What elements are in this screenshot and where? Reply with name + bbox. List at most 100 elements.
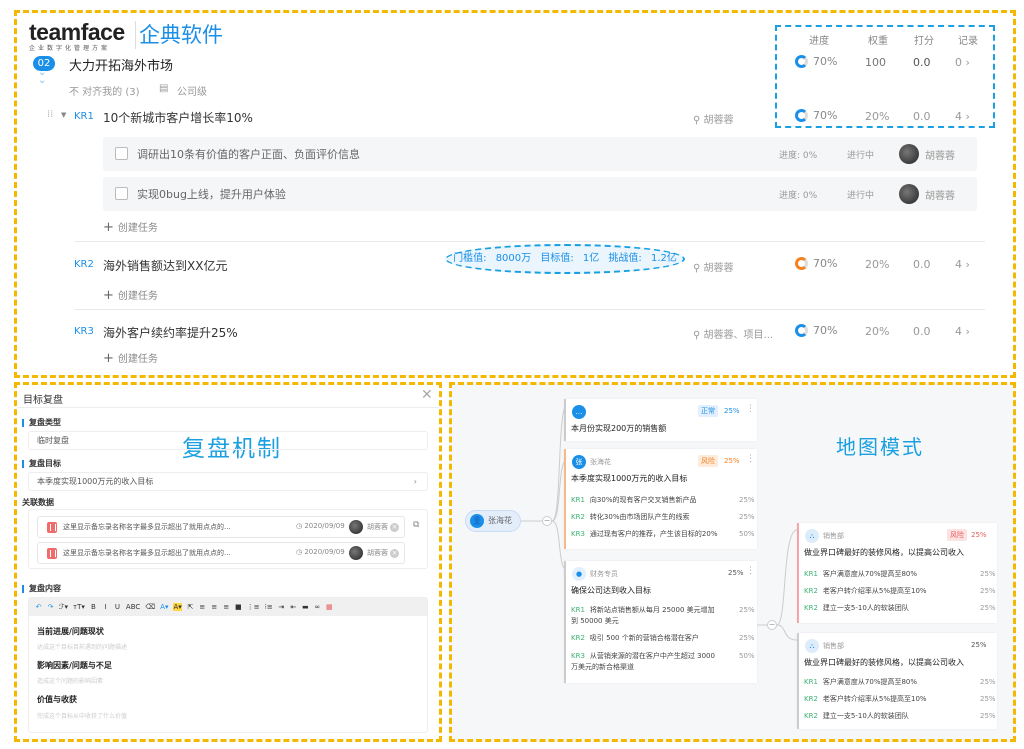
objective-records[interactable]: 0 › [955,56,970,69]
map-mode-label: 地图模式 [836,435,924,459]
align-right-icon[interactable]: ≡ [223,603,230,611]
user-icon: ● [572,567,586,581]
create-task-button[interactable]: + 创建任务 [103,287,158,303]
kr3-records[interactable]: 4 › [955,325,970,338]
plus-icon: + [103,351,114,366]
remove-icon[interactable]: × [390,549,399,558]
objective-card[interactable]: 张 张海花 风险 25% ⋮ 本季度实现1000万元的收入目标 KR1 向30%的… [564,449,757,549]
objective-title[interactable]: 大力开拓海外市场 [69,55,173,74]
collapse-chevron-icon[interactable]: ⌄ ⌄ [38,68,46,86]
more-icon[interactable]: ⋮ [746,566,755,576]
objective-weight: 100 [865,56,886,69]
indent-icon[interactable]: ⇥ [278,603,285,611]
more-icon[interactable]: ⋮ [746,454,755,464]
close-icon[interactable]: ✕ [421,387,433,403]
image-icon[interactable]: ▬ [302,603,309,611]
create-task-button[interactable]: + 创建任务 [103,219,158,235]
task-checkbox[interactable] [115,187,128,200]
font-size-icon[interactable]: тT▾ [73,603,85,611]
kr3-title[interactable]: 海外客户续约率提升25% [103,324,238,341]
card-owner: 张海花 [590,458,611,466]
related-item[interactable]: 这里显示备忘录名称名字最多显示超出了就用点点的... ◷ 2020/09/09 … [37,542,405,564]
memo-icon [47,548,57,559]
kr1-title[interactable]: 10个新城市客户增长率10% [103,109,253,126]
col-score: 打分 [914,36,934,47]
type-label: 复盘类型 [22,419,61,427]
expand-arrow-icon[interactable]: ▼ [61,111,66,119]
kr-item: KR2 吸引 500 个新的营销合格潜在客户 25% [571,634,755,642]
bullet-list-icon[interactable]: ⁝≡ [265,603,273,611]
link-icon[interactable]: ⧉ [413,520,419,530]
section-heading: 价值与收获 [37,695,77,704]
card-owner: 销售部 [823,532,844,540]
highlight-icon[interactable]: A▾ [173,603,182,611]
task-progress: 进度: 0% [779,151,818,161]
drag-handle-icon[interactable]: ⁞⁞ [47,109,53,120]
root-node[interactable]: 👤 张海花 [465,510,521,532]
objective-card[interactable]: ⛬ 销售部 风险 25% 做业界口碑最好的装修风格，以提高公司收入 KR1 客户满… [797,523,997,623]
create-task-button[interactable]: + 创建任务 [103,350,158,366]
section-placeholder[interactable]: 造成这个问题的影响因素 [37,676,103,685]
eraser-icon[interactable]: ⌫ [145,603,155,611]
kr-item: KR2 建立一支5-10人的软装团队 25% [804,604,996,612]
task-row[interactable]: 调研出10条有价值的客户正面、负面评价信息 进度: 0% 进行中 胡蓉蓉 [103,137,977,171]
collapse-node-button[interactable]: − [767,620,777,630]
objective-card[interactable]: … 正常 25% ⋮ 本月份实现200万的销售额 [564,399,757,441]
ordered-list-icon[interactable]: ⋮≡ [247,603,260,611]
related-item[interactable]: 这里显示备忘录名称名字最多显示超出了就用点点的... ◷ 2020/09/09 … [37,516,405,538]
section-placeholder[interactable]: 达成这个目标目前遇到的问题描述 [37,642,127,651]
align-left-icon[interactable]: ≡ [199,603,206,611]
font-color-icon[interactable]: A▾ [160,603,168,611]
select-icon[interactable]: ⇱ [187,603,194,611]
task-checkbox[interactable] [115,147,128,160]
progress-ring-icon [795,257,808,270]
kr-item: KR1 向30%的现有客户交叉销售新产品 25% [571,496,755,504]
bold-icon[interactable]: B [90,603,97,611]
remove-icon[interactable]: × [390,523,399,532]
col-progress: 进度 [809,36,829,47]
kr2-title[interactable]: 海外销售额达到XX亿元 [103,257,227,274]
more-icon[interactable]: ⋮ [746,404,755,414]
kr2-progress: 70% [795,257,837,270]
task-row[interactable]: 实现0bug上线，提升用户体验 进度: 0% 进行中 胡蓉蓉 [103,177,977,211]
align-filter[interactable]: 不 对齐我的 (3) [69,83,140,98]
align-center-icon[interactable]: ≡ [211,603,218,611]
divider [75,241,985,242]
brand-name: 企典软件 [139,23,223,47]
kr1-weight: 20% [865,110,890,123]
objective-card[interactable]: ⛬ 销售部 25% 做业界口碑最好的装修风格，以提高公司收入 KR1 客户满意度从… [797,633,997,729]
section-heading: 当前进展/问题现状 [37,627,104,636]
redo-icon[interactable]: ↷ [47,603,54,611]
undo-icon[interactable]: ↶ [35,603,42,611]
justify-icon[interactable]: ■ [235,603,242,611]
italic-icon[interactable]: I [102,603,109,611]
kr-item: KR3 通过现有客户的推荐，产生该目标的20% 50% [571,530,755,538]
section-placeholder[interactable]: 完成这个目标从中收获了什么价值 [37,711,127,720]
review-target-select[interactable]: 本季度实现1000万元的收入目标 › [28,472,428,491]
review-type-field[interactable]: 临时复盘 [28,431,428,450]
progress-ring-icon [795,55,808,68]
link-icon[interactable]: ∞ [314,603,321,611]
underline-icon[interactable]: U [114,603,121,611]
kr-item: KR2 老客户转介绍率从5%提高至10% 25% [804,695,996,703]
objective-card[interactable]: ● 财务专员 25% ⋮ 确保公司达到收入目标 KR1 将新站点销售额从每月 25… [564,561,757,683]
rich-text-editor[interactable]: ↶ ↷ ℱ▾ тT▾ B I U ABC ⌫ A▾ A▾ ⇱ ≡ ≡ ≡ ■ ⋮≡ ⁝≡ ⇥ ⇤ ▬ ∞ ▦ 当前进展/问题… [28,597,428,733]
font-family-icon[interactable]: ℱ▾ [59,603,68,611]
strikethrough-icon[interactable]: ABC [126,603,140,611]
kr3-code: KR3 [74,326,94,337]
logo-divider [135,21,136,49]
chevron-right-icon: › [413,477,417,486]
card-title: 本季度实现1000万元的收入目标 [571,474,688,483]
card-title: 确保公司达到收入目标 [571,586,651,595]
kr1-records[interactable]: 4 › [955,110,970,123]
table-icon[interactable]: ▦ [326,603,333,611]
divider [75,309,985,310]
kr-item: KR3 从营销来源的潜在客户中产生超过 3000 万美元的新合格渠道 50% [571,652,755,671]
card-owner: 财务专员 [590,570,618,578]
collapse-node-button[interactable]: − [542,516,552,526]
card-percent: 25% [728,569,744,577]
task-status: 进行中 [847,151,875,161]
map-mode-panel: − − 地图模式 👤 张海花 … 正常 25% ⋮ 本月份实现200万的销售额 张… [449,382,1016,742]
kr2-records[interactable]: 4 › [955,258,970,271]
outdent-icon[interactable]: ⇤ [290,603,297,611]
